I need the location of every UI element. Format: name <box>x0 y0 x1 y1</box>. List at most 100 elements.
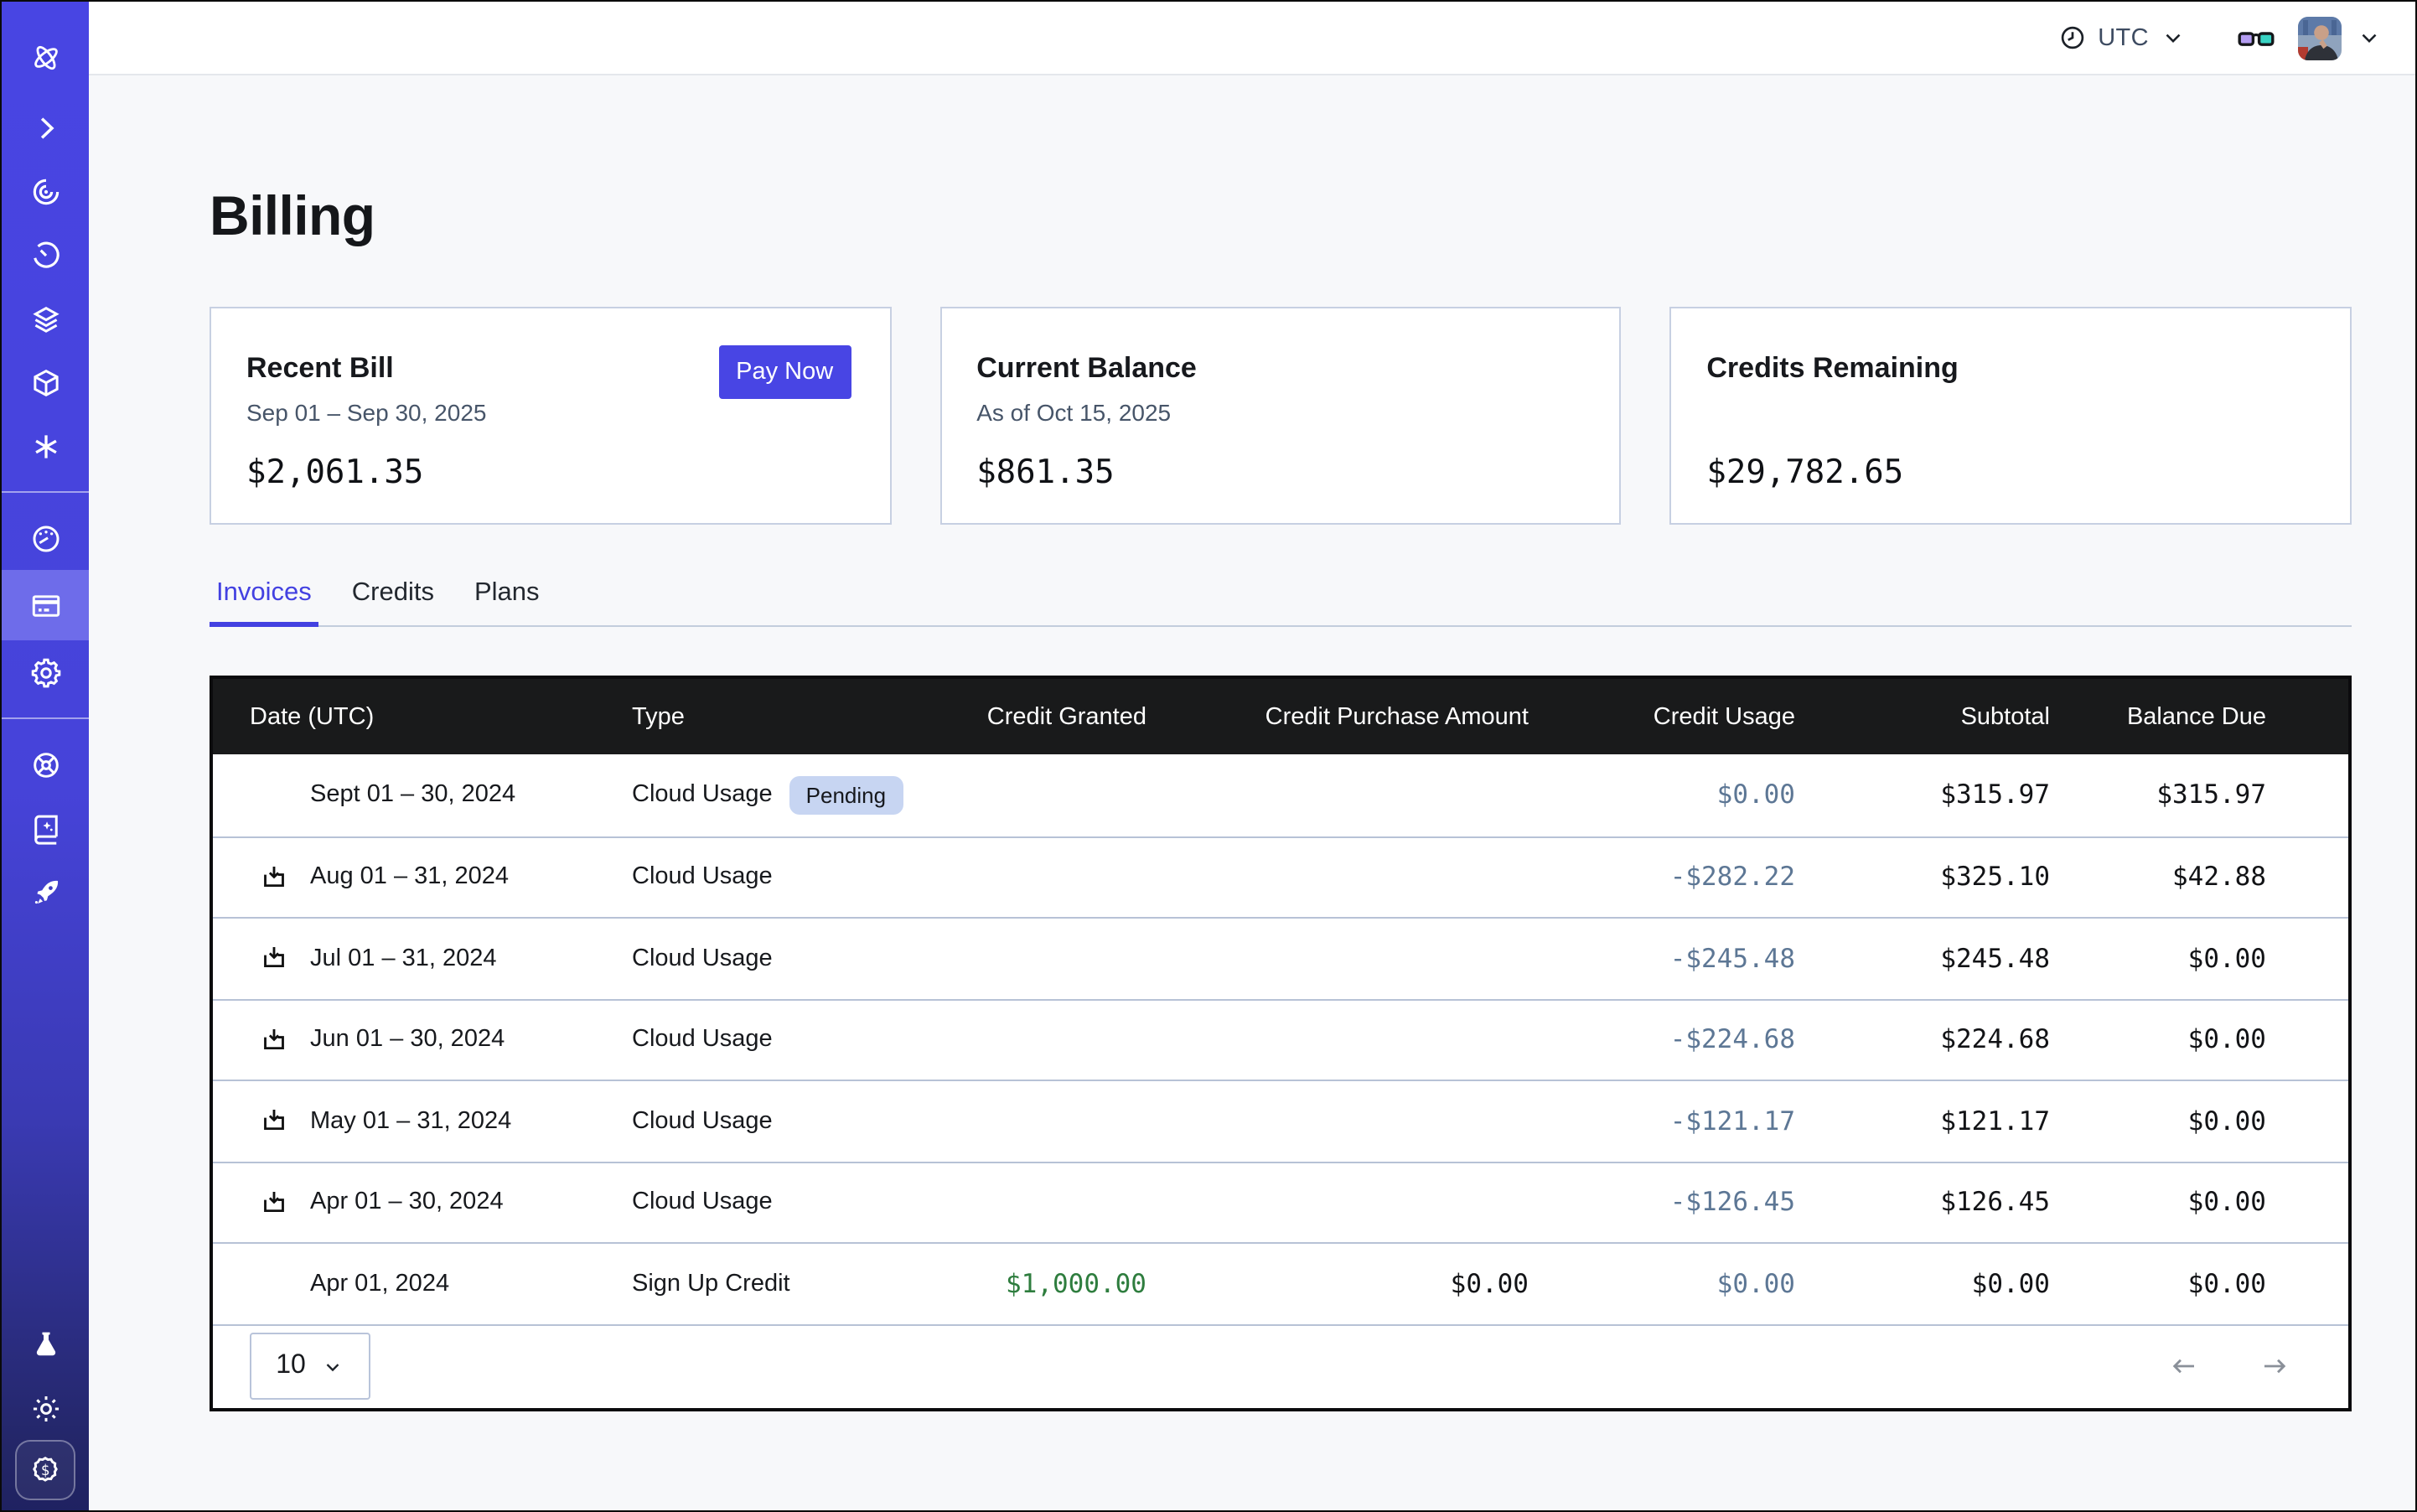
recent-bill-card: Recent Bill Sep 01 – Sep 30, 2025 $2,061… <box>210 307 891 525</box>
next-page-arrow-icon[interactable] <box>2259 1351 2290 1381</box>
theme-sun-icon[interactable] <box>2 1376 89 1440</box>
sidebar-item-billing[interactable] <box>2 570 89 640</box>
credits-dollar-badge-button[interactable]: $ <box>15 1440 75 1500</box>
sidebar-divider <box>2 491 89 493</box>
rocket-icon[interactable] <box>2 860 89 924</box>
invoice-type: Cloud Usage <box>632 1108 773 1135</box>
page-size-value: 10 <box>276 1351 306 1381</box>
previous-page-arrow-icon[interactable] <box>2169 1351 2199 1381</box>
table-footer: 10 <box>213 1323 2348 1407</box>
invoice-period: Jun 01 – 30, 2024 <box>310 1027 505 1054</box>
invoice-period: Sept 01 – 30, 2024 <box>310 782 515 809</box>
invoice-type: Cloud Usage <box>632 782 773 809</box>
invoice-type: Cloud Usage <box>632 864 773 891</box>
labs-flask-icon[interactable] <box>2 1313 89 1376</box>
chevron-down-icon <box>323 1355 344 1377</box>
credit-usage-value: $0.00 <box>1529 1269 1795 1299</box>
col-credit-purchase-amount: Credit Purchase Amount <box>1146 703 1529 730</box>
balance-due-value: $0.00 <box>2050 1106 2348 1137</box>
timezone-selector[interactable]: UTC <box>2057 23 2186 52</box>
balance-due-value: $0.00 <box>2050 1025 2348 1055</box>
download-invoice-icon[interactable] <box>260 863 288 892</box>
card-title: Current Balance <box>976 352 1197 386</box>
credits-remaining-card: Credits Remaining $29,782.65 <box>1669 307 2351 525</box>
logo-orbit-icon[interactable] <box>2 25 89 89</box>
reader-glasses-icon[interactable] <box>2236 18 2276 58</box>
main-content: Billing Recent Bill Sep 01 – Sep 30, 202… <box>89 75 2415 1510</box>
col-credit-usage: Credit Usage <box>1529 703 1795 730</box>
pay-now-button[interactable]: Pay Now <box>718 345 851 399</box>
settings-gear-icon[interactable] <box>2 640 89 704</box>
card-subtitle: Sep 01 – Sep 30, 2025 <box>246 399 486 427</box>
layers-icon[interactable] <box>2 287 89 350</box>
subtotal-value: $0.00 <box>1795 1269 2050 1299</box>
subtotal-value: $245.48 <box>1795 944 2050 974</box>
history-clock-icon[interactable] <box>2 223 89 287</box>
col-subtotal: Subtotal <box>1795 703 2050 730</box>
page-title: Billing <box>210 183 2415 250</box>
observe-iris-icon[interactable] <box>2 159 89 223</box>
timezone-label: UTC <box>2098 24 2149 51</box>
cube-icon[interactable] <box>2 350 89 414</box>
current-balance-amount: $861.35 <box>976 453 1114 493</box>
asterisk-icon[interactable] <box>2 414 89 478</box>
download-invoice-icon[interactable] <box>260 945 288 973</box>
download-invoice-icon[interactable] <box>260 1188 288 1217</box>
invoice-type: Cloud Usage <box>632 945 773 972</box>
chevron-down-icon <box>2161 25 2186 50</box>
current-balance-card: Current Balance As of Oct 15, 2025 $861.… <box>939 307 1621 525</box>
clock-icon <box>2057 23 2086 52</box>
invoice-period: Aug 01 – 31, 2024 <box>310 864 509 891</box>
balance-due-value: $42.88 <box>2050 862 2348 893</box>
credit-usage-value: -$121.17 <box>1529 1106 1795 1137</box>
invoice-period: Jul 01 – 31, 2024 <box>310 945 497 972</box>
collapse-sidebar-chevron-right-icon[interactable] <box>2 96 89 159</box>
invoice-row: Apr 01 – 30, 2024 Cloud Usage -$126.45 $… <box>213 1161 2348 1242</box>
avatar[interactable] <box>2298 16 2342 60</box>
tab-invoices[interactable]: Invoices <box>210 577 318 625</box>
col-balance-due: Balance Due <box>2050 703 2348 730</box>
balance-due-value: $0.00 <box>2050 1269 2348 1299</box>
download-invoice-icon[interactable] <box>260 1026 288 1054</box>
download-invoice-icon[interactable] <box>260 1107 288 1136</box>
billing-page: $ UTC <box>0 0 2417 1512</box>
subtotal-value: $325.10 <box>1795 862 2050 893</box>
account-menu-chevron[interactable] <box>2357 25 2382 50</box>
credit-usage-value: -$282.22 <box>1529 862 1795 893</box>
card-subtitle: As of Oct 15, 2025 <box>976 399 1171 427</box>
support-helm-icon[interactable] <box>2 733 89 796</box>
credit-usage-value: -$224.68 <box>1529 1025 1795 1055</box>
svg-text:$: $ <box>41 1463 49 1479</box>
summary-cards: Recent Bill Sep 01 – Sep 30, 2025 $2,061… <box>210 307 2352 525</box>
invoice-type: Sign Up Credit <box>632 1271 790 1297</box>
invoices-table: Date (UTC) Type Credit Granted Credit Pu… <box>210 676 2352 1411</box>
invoice-row: Aug 01 – 31, 2024 Cloud Usage -$282.22 $… <box>213 836 2348 917</box>
subtotal-value: $224.68 <box>1795 1025 2050 1055</box>
invoice-row: Jul 01 – 31, 2024 Cloud Usage -$245.48 $… <box>213 917 2348 998</box>
balance-due-value: $315.97 <box>2050 780 2348 810</box>
invoice-row: May 01 – 31, 2024 Cloud Usage -$121.17 $… <box>213 1080 2348 1161</box>
tab-credits[interactable]: Credits <box>345 577 441 625</box>
invoice-type: Cloud Usage <box>632 1027 773 1054</box>
tab-plans[interactable]: Plans <box>468 577 546 625</box>
credit-granted-value: $1,000.00 <box>930 1269 1146 1299</box>
sidebar-divider <box>2 717 89 719</box>
invoice-row: Apr 01, 2024 Sign Up Credit $1,000.00 $0… <box>213 1242 2348 1323</box>
credit-usage-value: -$126.45 <box>1529 1188 1795 1218</box>
usage-gauge-icon[interactable] <box>2 506 89 570</box>
page-size-select[interactable]: 10 <box>250 1333 370 1400</box>
card-title: Credits Remaining <box>1706 352 1958 386</box>
table-header: Date (UTC) Type Credit Granted Credit Pu… <box>213 679 2348 754</box>
billing-card-icon <box>28 588 63 623</box>
col-date: Date (UTC) <box>213 703 632 730</box>
status-badge: Pending <box>789 776 903 815</box>
credits-remaining-amount: $29,782.65 <box>1706 453 1903 493</box>
col-type: Type <box>632 703 930 730</box>
credit-usage-value: $0.00 <box>1529 780 1795 810</box>
balance-due-value: $0.00 <box>2050 1188 2348 1218</box>
balance-due-value: $0.00 <box>2050 944 2348 974</box>
credit-usage-value: -$245.48 <box>1529 944 1795 974</box>
invoice-period: May 01 – 31, 2024 <box>310 1108 511 1135</box>
docs-book-icon[interactable] <box>2 796 89 860</box>
card-title: Recent Bill <box>246 352 394 386</box>
